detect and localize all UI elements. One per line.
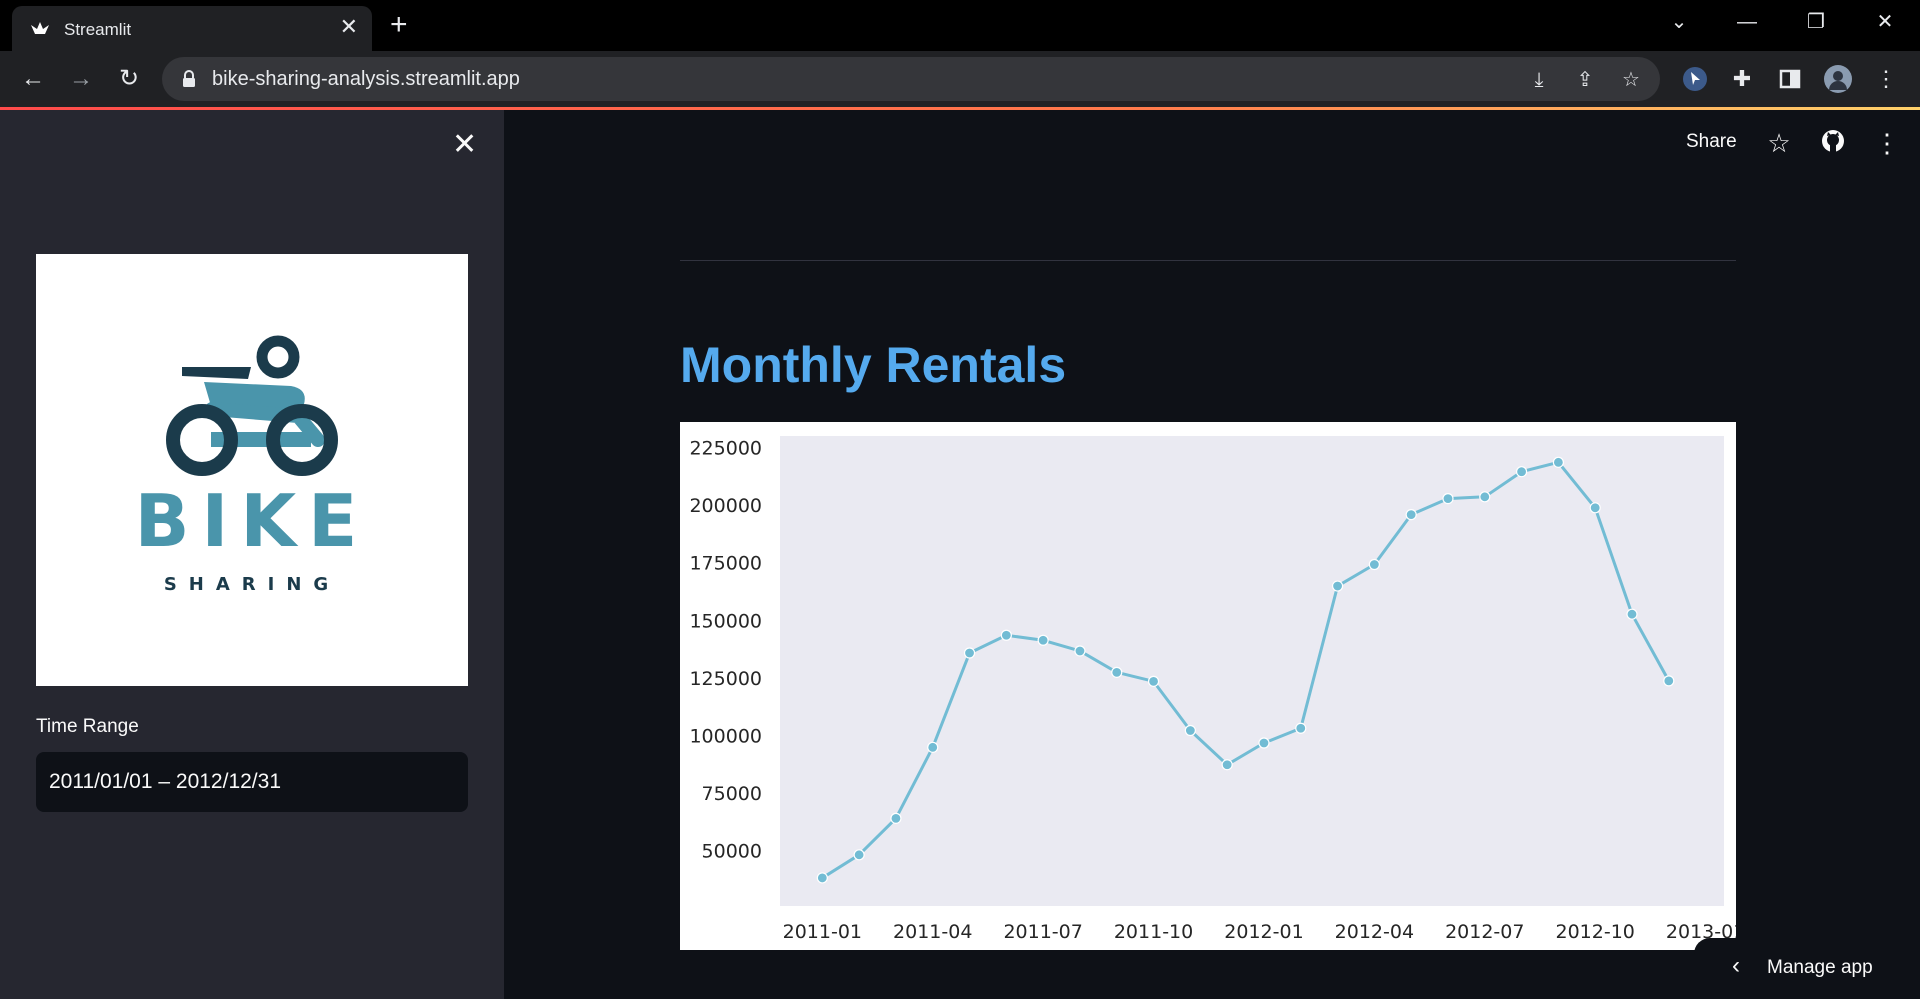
- bike-sharing-logo: BIKE SHARING: [36, 254, 468, 686]
- data-point: [963, 647, 976, 659]
- tab-close-icon[interactable]: ✕: [340, 15, 358, 39]
- data-point: [1258, 737, 1270, 749]
- sidebar-close-icon[interactable]: ✕: [452, 130, 477, 160]
- divider: [680, 260, 1736, 261]
- x-tick-label: 2012-04: [1335, 921, 1414, 943]
- forward-icon[interactable]: →: [65, 63, 97, 95]
- lock-icon: [183, 70, 195, 87]
- restore-icon[interactable]: ❐: [1796, 8, 1836, 36]
- page-title: Monthly Rentals: [680, 337, 1067, 393]
- manage-app-button[interactable]: ‹ Manage app: [1694, 938, 1920, 999]
- extension-cursor-icon[interactable]: [1680, 64, 1710, 94]
- data-point: [1074, 645, 1086, 657]
- data-point: [1515, 466, 1528, 478]
- manage-app-label: Manage app: [1767, 957, 1873, 978]
- monthly-rentals-chart: 50000 75000 100000 125000 150000 175000 200000…: [680, 422, 1745, 950]
- data-point: [1111, 666, 1123, 678]
- side-panel-icon[interactable]: [1775, 64, 1805, 94]
- data-point: [1663, 675, 1675, 687]
- x-tick-label: 2012-07: [1445, 921, 1524, 943]
- data-point: [890, 812, 902, 824]
- y-tick-label: 50000: [702, 841, 762, 863]
- github-icon[interactable]: [1818, 128, 1848, 158]
- main-content: Share ☆ ⋮ Monthly Rentals 50000 75000 1000…: [504, 110, 1920, 999]
- y-tick-label: 100000: [689, 726, 762, 748]
- y-tick-label: 200000: [689, 495, 762, 517]
- x-tick-label: 2012-10: [1555, 921, 1634, 943]
- tab-search-icon[interactable]: ⌄: [1659, 8, 1699, 36]
- data-point: [853, 849, 865, 861]
- data-point: [1147, 675, 1160, 687]
- window-close-icon[interactable]: ✕: [1865, 8, 1905, 36]
- data-point: [1037, 634, 1049, 646]
- y-tick-label: 125000: [689, 668, 762, 690]
- data-point: [1405, 509, 1417, 521]
- reload-icon[interactable]: ↻: [113, 63, 145, 95]
- back-icon[interactable]: ←: [17, 63, 49, 95]
- chevron-left-icon: ‹: [1732, 952, 1740, 979]
- share-page-icon[interactable]: ⇪: [1572, 67, 1598, 93]
- data-point: [1479, 491, 1491, 503]
- install-app-icon[interactable]: ⤓: [1526, 67, 1552, 93]
- data-point: [1589, 502, 1601, 514]
- browser-toolbar: ← → ↻ bike-sharing-analysis.streamlit.ap…: [0, 51, 1920, 107]
- data-point: [1442, 492, 1454, 505]
- profile-avatar-icon[interactable]: [1823, 64, 1853, 94]
- logo-subtitle: SHARING: [163, 574, 341, 595]
- x-tick-label: 2012-01: [1224, 921, 1303, 943]
- streamlit-favicon-icon: [31, 22, 49, 34]
- bookmark-star-icon[interactable]: ☆: [1618, 67, 1644, 93]
- browser-tabstrip: Streamlit ✕ + ⌄ — ❐ ✕: [0, 0, 1920, 51]
- plot-area: [780, 436, 1724, 906]
- address-bar[interactable]: bike-sharing-analysis.streamlit.app ⤓ ⇪ …: [162, 57, 1660, 101]
- browser-tab[interactable]: Streamlit ✕: [12, 6, 372, 51]
- data-point: [1184, 724, 1196, 737]
- y-tick-label: 225000: [689, 438, 762, 460]
- main-menu-icon[interactable]: ⋮: [1872, 128, 1902, 158]
- data-point: [1368, 558, 1380, 571]
- chart-svg: 50000 75000 100000 125000 150000 175000 200000…: [689, 436, 1745, 943]
- y-tick-label: 175000: [689, 553, 762, 575]
- y-tick-label: 75000: [702, 783, 762, 805]
- data-point: [1000, 629, 1012, 641]
- data-point: [1626, 608, 1638, 620]
- url-text[interactable]: bike-sharing-analysis.streamlit.app: [212, 68, 520, 91]
- x-tick-label: 2011-04: [893, 921, 972, 943]
- data-point: [816, 872, 828, 884]
- star-icon[interactable]: ☆: [1764, 128, 1794, 158]
- x-tick-label: 2011-07: [1003, 921, 1082, 943]
- bike-rider-icon: [166, 335, 338, 476]
- minimize-icon[interactable]: —: [1727, 8, 1767, 36]
- browser-menu-icon[interactable]: ⋮: [1871, 64, 1901, 94]
- new-tab-button[interactable]: +: [390, 10, 408, 40]
- extensions-puzzle-icon[interactable]: ✚: [1727, 64, 1757, 94]
- sidebar: ✕ BIKE SHARING Time Range 2011/01/01 – 2…: [0, 110, 504, 999]
- tab-title: Streamlit: [64, 20, 132, 39]
- data-point: [1295, 722, 1307, 734]
- time-range-label: Time Range: [36, 716, 139, 737]
- x-tick-label: 2011-10: [1114, 921, 1193, 943]
- logo-word: BIKE: [134, 479, 370, 563]
- x-tick-label: 2011-01: [783, 921, 862, 943]
- data-point: [1221, 759, 1233, 771]
- data-point: [1331, 580, 1344, 592]
- share-button[interactable]: Share: [1686, 131, 1737, 153]
- data-point: [927, 741, 939, 753]
- data-point: [1552, 456, 1564, 468]
- y-tick-label: 150000: [689, 610, 762, 632]
- time-range-date-input[interactable]: 2011/01/01 – 2012/12/31: [36, 752, 468, 812]
